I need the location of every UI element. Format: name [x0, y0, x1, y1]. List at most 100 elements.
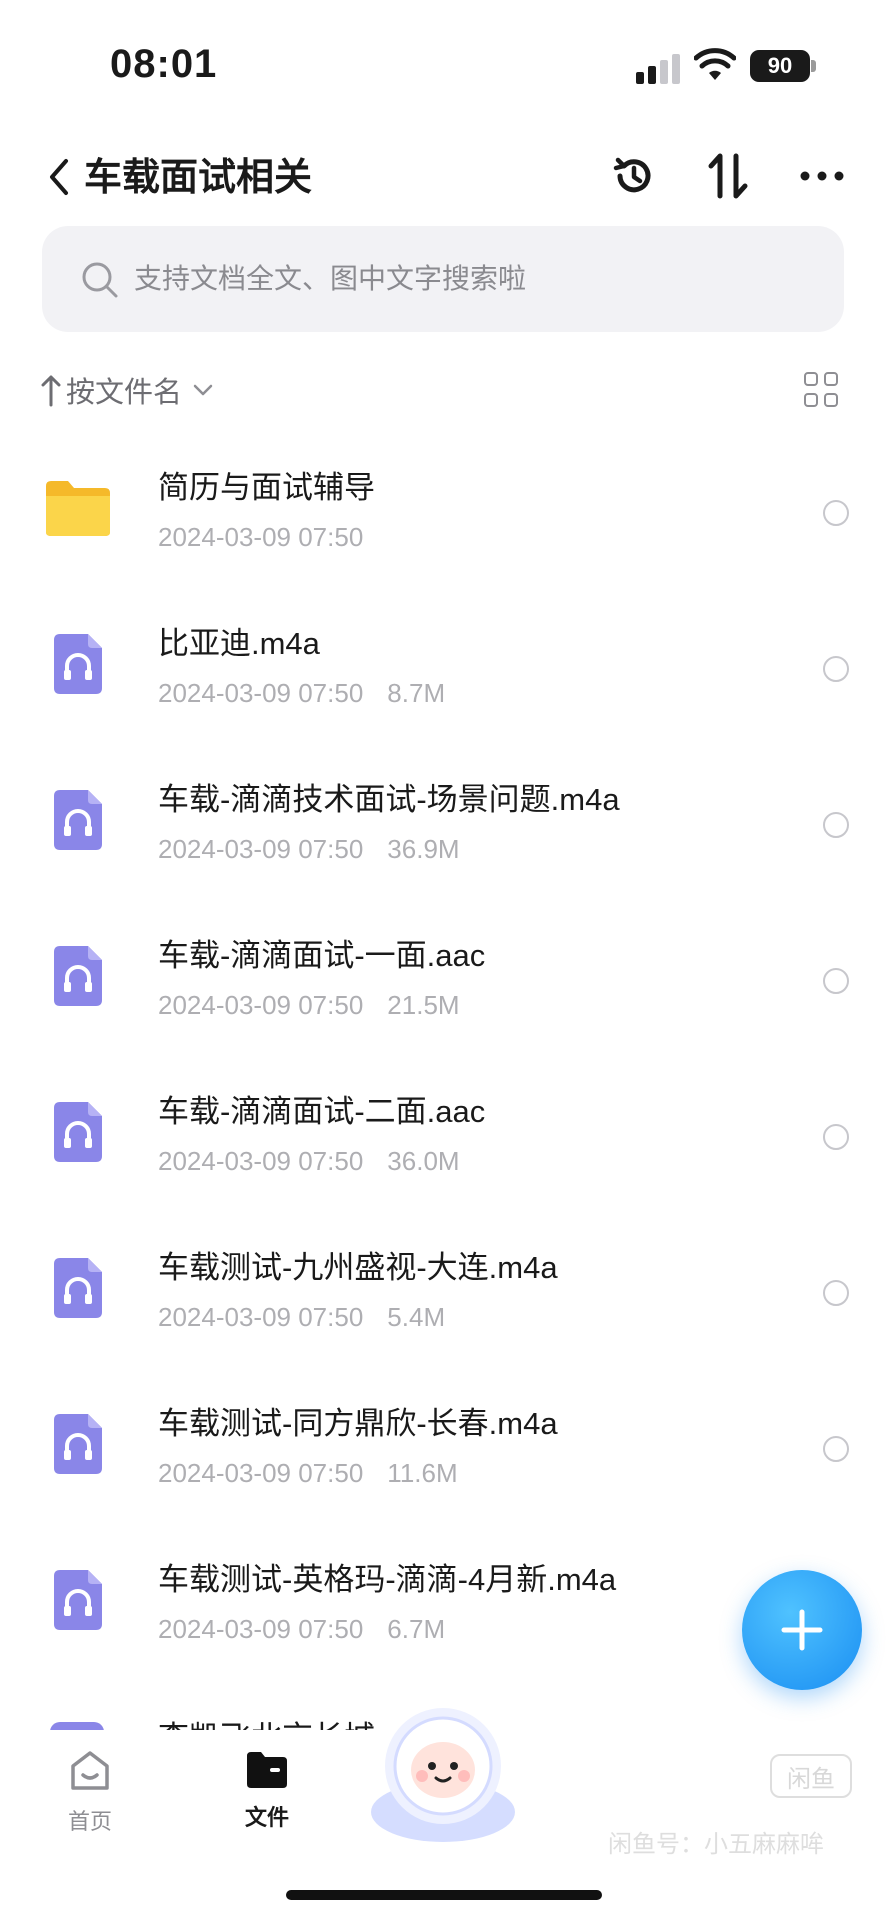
- select-radio[interactable]: [823, 500, 849, 526]
- file-date: 2024-03-09 07:50: [158, 678, 364, 708]
- home-indicator: [286, 1890, 602, 1900]
- status-bar: 08:01 90: [0, 0, 887, 130]
- file-row[interactable]: 比亚迪.m4a 2024-03-09 07:50 8.7M: [0, 586, 887, 742]
- history-button[interactable]: [606, 148, 662, 204]
- audio-file-icon: [54, 634, 102, 694]
- search-icon: [82, 262, 118, 298]
- audio-file-icon: [54, 1102, 102, 1162]
- battery-tip: [811, 60, 816, 72]
- cellular-signal-icon: [636, 52, 682, 84]
- back-button[interactable]: [46, 152, 78, 202]
- file-size: 5.4M: [387, 1302, 446, 1332]
- select-radio[interactable]: [823, 1124, 849, 1150]
- folder-icon: [46, 481, 110, 536]
- file-row[interactable]: 车载-滴滴面试-二面.aac 2024-03-09 07:50 36.0M: [0, 1054, 887, 1210]
- file-row[interactable]: 车载-滴滴技术面试-场景问题.m4a 2024-03-09 07:50 36.9M: [0, 742, 887, 898]
- file-date: 2024-03-09 07:50: [158, 990, 364, 1020]
- select-radio[interactable]: [823, 1436, 849, 1462]
- file-icon-wrap: [42, 1252, 114, 1324]
- sort-ascending-icon: [41, 375, 61, 407]
- file-meta: 2024-03-09 07:50 36.0M: [158, 1144, 460, 1178]
- select-radio[interactable]: [823, 812, 849, 838]
- select-radio[interactable]: [823, 968, 849, 994]
- file-date: 2024-03-09 07:50: [158, 834, 364, 864]
- file-meta: 2024-03-09 07:50 5.4M: [158, 1300, 445, 1334]
- file-meta: 2024-03-09 07:50 8.7M: [158, 676, 445, 710]
- file-icon-wrap: [42, 472, 114, 544]
- folder-tab-icon: [247, 1752, 287, 1788]
- file-meta: 2024-03-09 07:50 6.7M: [158, 1612, 445, 1646]
- audio-file-icon: [54, 790, 102, 850]
- file-row[interactable]: 车载-滴滴面试-一面.aac 2024-03-09 07:50 21.5M: [0, 898, 887, 1054]
- search-input[interactable]: 支持文档全文、图中文字搜索啦: [42, 226, 844, 332]
- chevron-down-icon: [193, 384, 213, 396]
- select-radio[interactable]: [823, 656, 849, 682]
- file-size: 36.0M: [387, 1146, 460, 1176]
- sort-icon: [708, 153, 748, 199]
- sort-button[interactable]: [700, 148, 756, 204]
- grid-view-icon[interactable]: [804, 372, 840, 408]
- sort-label: 按文件名: [66, 377, 183, 409]
- watermark-text: 闲鱼号：小五麻麻哞: [608, 1831, 824, 1858]
- file-icon-wrap: [42, 1408, 114, 1480]
- tab-files-label: 文件: [244, 1805, 289, 1830]
- bottom-tab-bar: 首页 文件 闲鱼 闲鱼号：小五麻麻哞: [0, 1708, 887, 1920]
- back-chevron-icon: [50, 159, 68, 195]
- add-button[interactable]: [742, 1570, 862, 1690]
- file-icon-wrap: [42, 940, 114, 1012]
- file-date: 2024-03-09 07:50: [158, 1458, 364, 1488]
- file-meta: 2024-03-09 07:50 36.9M: [158, 832, 460, 866]
- audio-file-icon: [54, 946, 102, 1006]
- file-row[interactable]: 车载测试-同方鼎欣-长春.m4a 2024-03-09 07:50 11.6M: [0, 1366, 887, 1522]
- file-icon-wrap: [42, 1096, 114, 1168]
- file-icon-wrap: [42, 628, 114, 700]
- audio-file-icon: [54, 1258, 102, 1318]
- file-size: 6.7M: [387, 1614, 446, 1644]
- wifi-icon: [694, 48, 736, 80]
- file-date: 2024-03-09 07:50: [158, 1614, 364, 1644]
- file-date: 2024-03-09 07:50: [158, 1146, 364, 1176]
- audio-file-icon: [54, 1570, 102, 1630]
- history-icon: [613, 157, 651, 193]
- file-name: 车载测试-九州盛视-大连.m4a: [158, 1250, 558, 1285]
- file-icon-wrap: [42, 1564, 114, 1636]
- file-size: 8.7M: [387, 678, 446, 708]
- audio-file-icon: [50, 1722, 104, 1730]
- file-meta: 2024-03-09 07:50: [158, 520, 363, 554]
- file-size: 11.6M: [387, 1458, 458, 1488]
- more-icon: [800, 171, 844, 181]
- file-list: 简历与面试辅导 2024-03-09 07:50 比亚迪.m4a 2024-03-09…: [0, 430, 887, 1678]
- tab-files[interactable]: 文件: [207, 1748, 327, 1858]
- tab-home[interactable]: 首页: [30, 1748, 150, 1858]
- home-icon: [71, 1751, 109, 1790]
- file-size: 36.9M: [387, 834, 460, 864]
- search-placeholder: 支持文档全文、图中文字搜索啦: [134, 263, 527, 294]
- file-icon-wrap: [42, 784, 114, 856]
- plus-icon: [781, 1609, 823, 1651]
- file-size: 21.5M: [387, 990, 460, 1020]
- sort-selector[interactable]: 按文件名: [40, 362, 214, 418]
- watermark-badge: 闲鱼: [770, 1754, 852, 1798]
- tab-home-label: 首页: [67, 1809, 112, 1834]
- file-name: 比亚迪.m4a: [158, 626, 320, 661]
- mascot-assistant-icon[interactable]: [358, 1694, 528, 1844]
- folder-row[interactable]: 简历与面试辅导 2024-03-09 07:50: [0, 430, 887, 586]
- select-radio[interactable]: [823, 1280, 849, 1306]
- more-button[interactable]: [794, 148, 850, 204]
- file-date: 2024-03-09 07:50: [158, 1302, 364, 1332]
- file-name: 车载-滴滴技术面试-场景问题.m4a: [158, 782, 620, 817]
- battery-indicator: 90: [750, 50, 810, 82]
- file-name: 车载测试-同方鼎欣-长春.m4a: [158, 1406, 558, 1441]
- audio-file-icon: [54, 1414, 102, 1474]
- file-meta: 2024-03-09 07:50 21.5M: [158, 988, 460, 1022]
- file-name: 简历与面试辅导: [158, 470, 375, 505]
- file-name: 车载-滴滴面试-二面.aac: [158, 1094, 486, 1129]
- file-row[interactable]: 车载测试-九州盛视-大连.m4a 2024-03-09 07:50 5.4M: [0, 1210, 887, 1366]
- file-date: 2024-03-09 07:50: [158, 522, 364, 552]
- file-name: 车载测试-英格玛-滴滴-4月新.m4a: [158, 1562, 617, 1597]
- nav-header: 车载面试相关: [0, 130, 887, 230]
- file-name: 车载-滴滴面试-一面.aac: [158, 938, 486, 973]
- status-time: 08:01: [110, 42, 218, 86]
- file-name: 李凯飞北京长城: [158, 1712, 375, 1730]
- file-meta: 2024-03-09 07:50 11.6M: [158, 1456, 458, 1490]
